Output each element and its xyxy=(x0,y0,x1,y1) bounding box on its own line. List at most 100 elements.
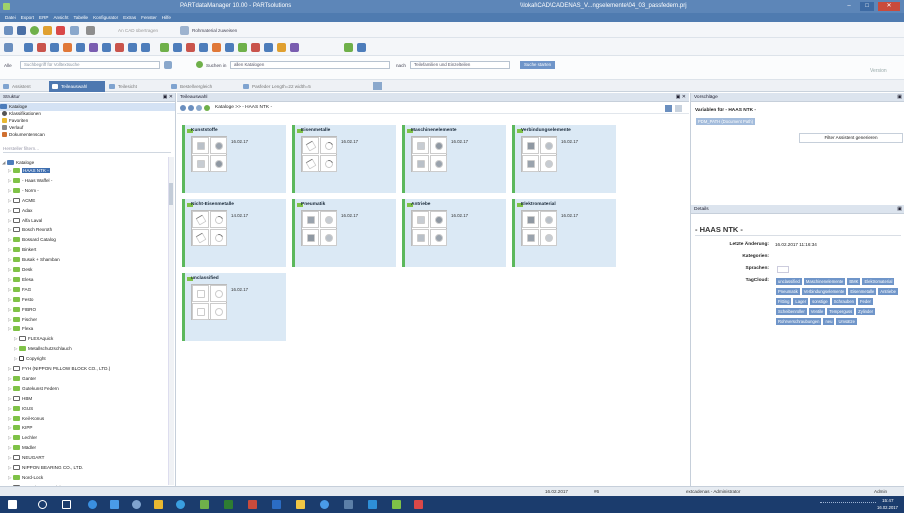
close-button[interactable]: ✕ xyxy=(878,2,900,11)
layer-icon[interactable] xyxy=(212,43,221,52)
app-icon[interactable] xyxy=(368,500,377,509)
tree-item[interactable]: ▷ Ganter xyxy=(8,375,36,383)
menu-item[interactable]: Ansicht xyxy=(53,13,68,22)
task-view-icon[interactable] xyxy=(62,500,71,509)
cube-icon[interactable] xyxy=(76,43,85,52)
cube-icon[interactable] xyxy=(63,43,72,52)
nav-document-scan[interactable]: Dokumentenscan xyxy=(2,131,45,139)
cube-icon[interactable] xyxy=(37,43,46,52)
app-icon[interactable] xyxy=(272,500,281,509)
tree-item[interactable]: ▷ Elesa xyxy=(8,276,34,284)
category-card[interactable]: unclassified 16.02.17 xyxy=(182,273,286,341)
layer-icon[interactable] xyxy=(277,43,286,52)
tree-item[interactable]: ▷ IGUS xyxy=(8,405,33,413)
search-input[interactable]: Suchbegriff für Volltextsuche xyxy=(20,61,160,69)
tab-assistent[interactable]: Assistent xyxy=(0,81,48,92)
tree-item[interactable]: ▷ - Norm - xyxy=(8,187,39,195)
list-view-icon[interactable] xyxy=(675,105,682,112)
tree-item[interactable]: ▷ ACME xyxy=(8,197,35,205)
view-icon[interactable] xyxy=(4,43,13,52)
layer-icon[interactable] xyxy=(173,43,182,52)
pane-options-icon[interactable]: ▣ xyxy=(897,93,902,102)
cube-icon[interactable] xyxy=(50,43,59,52)
tag-cloud-item[interactable]: Antriebe xyxy=(878,288,898,295)
category-card[interactable]: Pneumatik 16.02.17 xyxy=(292,199,396,267)
clock-date[interactable]: 16.02.2017 xyxy=(877,505,898,510)
layer-icon[interactable] xyxy=(186,43,195,52)
layer-icon[interactable] xyxy=(251,43,260,52)
minimize-button[interactable]: – xyxy=(842,2,856,11)
layer-icon[interactable] xyxy=(238,43,247,52)
filter-assistant-button[interactable]: Filter Assistent generieren xyxy=(799,133,903,143)
tree-scrollbar[interactable] xyxy=(168,157,174,485)
layer-icon[interactable] xyxy=(225,43,234,52)
tree-item[interactable]: ▷ FYH (NIPPON PILLOW BLOCK CO., LTD.) xyxy=(8,365,110,373)
cube-icon[interactable] xyxy=(115,43,124,52)
tree-item[interactable]: ▷ Binkert xyxy=(8,246,36,254)
tab-teilesicht[interactable]: Teilesicht xyxy=(106,81,166,92)
tree-item[interactable]: ▷ Keil-Konus xyxy=(8,415,44,423)
layer-icon[interactable] xyxy=(264,43,273,52)
pane-options-icon[interactable]: ▣ ✕ xyxy=(163,93,173,102)
tag-cloud-item[interactable]: Zylinder xyxy=(856,308,876,315)
tree-item[interactable]: ▷ Busak + Shamban xyxy=(8,256,60,264)
layer-icon[interactable] xyxy=(290,43,299,52)
tag-cloud-item[interactable]: Eisenmetalle xyxy=(848,288,877,295)
cube-icon[interactable] xyxy=(102,43,111,52)
variable-tag[interactable]: PDM_PATH (Document Path) xyxy=(696,118,755,125)
pane-options-icon[interactable]: ▣ ✕ xyxy=(676,93,686,102)
grid-view-icon[interactable] xyxy=(665,105,672,112)
app-icon[interactable] xyxy=(224,500,233,509)
tag-cloud-item[interactable]: unclassified xyxy=(776,278,802,285)
shield-icon[interactable] xyxy=(43,26,52,35)
monitor-icon[interactable] xyxy=(70,26,79,35)
cube-icon[interactable] xyxy=(24,43,33,52)
tree-item[interactable]: ▷ Desk xyxy=(8,266,32,274)
tree-item[interactable]: ▷ Festo xyxy=(8,296,34,304)
tag-cloud-item[interactable]: Fitting xyxy=(776,298,792,305)
category-card[interactable]: Maschinenelemente 16.02.17 xyxy=(402,125,506,193)
tree-item[interactable]: ▷ HBM xyxy=(8,395,32,403)
menu-item[interactable]: Datei xyxy=(5,13,16,22)
tree-item[interactable]: ▷ NEUGART xyxy=(8,454,44,462)
tag-cloud-item[interactable]: Verbindungselemente xyxy=(801,288,847,295)
refresh-icon[interactable] xyxy=(196,105,202,111)
edge-icon[interactable] xyxy=(88,500,97,509)
maximize-button[interactable]: □ xyxy=(860,2,874,11)
menu-item[interactable]: Hilfe xyxy=(162,13,171,22)
tree-root[interactable]: ◢ Kataloge xyxy=(2,159,34,167)
tree-scrollbar-thumb[interactable] xyxy=(169,183,173,205)
home-icon[interactable] xyxy=(4,26,13,35)
app-icon[interactable] xyxy=(392,500,401,509)
category-card[interactable]: Kunststoffe 16.02.17 xyxy=(182,125,286,193)
layer-icon[interactable] xyxy=(199,43,208,52)
menu-item[interactable]: Konfigurator xyxy=(93,13,118,22)
catalog-scope-select[interactable]: allen Katalogen xyxy=(230,61,390,69)
cube-icon[interactable] xyxy=(89,43,98,52)
menu-item[interactable]: Fenster xyxy=(141,13,157,22)
tree-item[interactable]: ▷ Flexa xyxy=(8,325,33,333)
menu-item[interactable]: ERP xyxy=(39,13,48,22)
tree-item[interactable]: ▷ KIPP xyxy=(8,424,32,432)
breadcrumb[interactable]: Kataloge >> - HAAS NTK - xyxy=(215,105,272,110)
tree-item[interactable]: ▷ Metallschutzschlauch xyxy=(14,345,72,353)
category-card[interactable]: Eisenmetalle 16.02.17 xyxy=(292,125,396,193)
app-icon[interactable] xyxy=(344,500,353,509)
cube-icon[interactable] xyxy=(141,43,150,52)
app-icon[interactable] xyxy=(414,500,423,509)
tab-teileauswahl[interactable]: Teileauswahl xyxy=(49,81,105,92)
app-icon[interactable] xyxy=(132,500,141,509)
tree-item[interactable]: ▷ Mädler xyxy=(8,444,36,452)
measure-icon[interactable] xyxy=(56,26,65,35)
tag-cloud-item[interactable]: Temperguss xyxy=(827,308,855,315)
back-icon[interactable] xyxy=(180,105,186,111)
app-icon[interactable] xyxy=(248,500,257,509)
tree-item[interactable]: ▷ HAAS NTK - xyxy=(8,167,50,175)
app-icon[interactable] xyxy=(154,500,163,509)
app-icon[interactable] xyxy=(200,500,209,509)
cube-icon[interactable] xyxy=(128,43,137,52)
tree-item[interactable]: ▷ Fischer xyxy=(8,316,37,324)
tag-cloud-item[interactable]: Umsätze xyxy=(836,318,857,325)
percent-icon[interactable] xyxy=(344,43,353,52)
tree-item[interactable]: ▷ Copyright xyxy=(14,355,46,363)
